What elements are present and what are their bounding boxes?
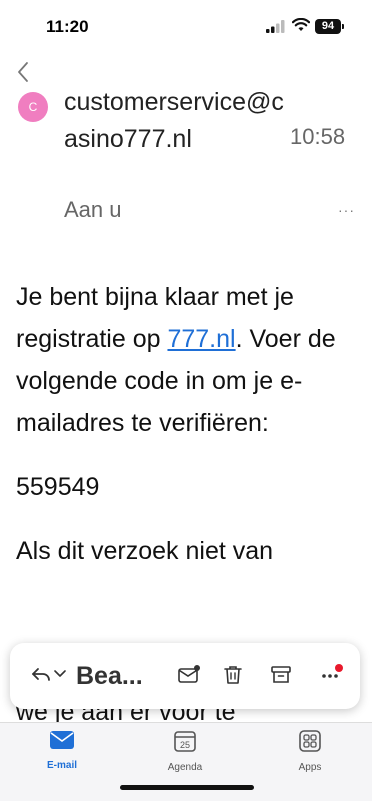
tab-email[interactable]: E-mail [22, 729, 102, 771]
cellular-signal-icon [266, 20, 285, 33]
back-chevron-icon[interactable] [12, 60, 36, 84]
tab-apps[interactable]: Apps [270, 729, 350, 773]
more-icon[interactable] [321, 673, 339, 679]
sender-address[interactable]: customerservice@casino777.nl [64, 84, 286, 158]
wifi-icon [292, 18, 310, 31]
calendar-day: 25 [180, 740, 190, 750]
chevron-down-icon[interactable] [54, 669, 66, 679]
reply-label[interactable]: Bea... [76, 662, 143, 691]
body-paragraph: Je bent bijna klaar met je registratie o… [16, 276, 366, 444]
calendar-icon: 25 [174, 731, 196, 752]
notification-dot [335, 664, 343, 672]
reply-icon[interactable] [30, 664, 52, 686]
more-options-icon[interactable]: ··· [338, 202, 355, 218]
action-toolbar: Bea... [10, 643, 360, 709]
verification-code: 559549 [16, 473, 100, 501]
email-body: Je bent bijna klaar met je registratie o… [16, 276, 366, 572]
sent-time: 10:58 [290, 124, 346, 149]
archive-icon[interactable] [270, 664, 292, 686]
sender-avatar[interactable]: C [18, 92, 48, 122]
battery-icon: 94 [315, 19, 344, 34]
mark-unread-icon[interactable] [177, 664, 201, 686]
tab-label: E-mail [46, 760, 77, 771]
mail-icon [50, 731, 74, 749]
recipient-label[interactable]: Aan u [64, 197, 122, 223]
trash-icon[interactable] [222, 664, 244, 686]
home-indicator[interactable] [120, 785, 254, 790]
body-paragraph: Als dit verzoek niet van [16, 537, 274, 565]
registration-link[interactable]: 777.nl [167, 325, 235, 353]
tab-label: Apps [298, 762, 322, 773]
status-time: 11:20 [46, 17, 89, 36]
tab-agenda[interactable]: 25 Agenda [145, 729, 225, 773]
apps-icon [299, 730, 321, 752]
tab-label: Agenda [167, 762, 203, 773]
